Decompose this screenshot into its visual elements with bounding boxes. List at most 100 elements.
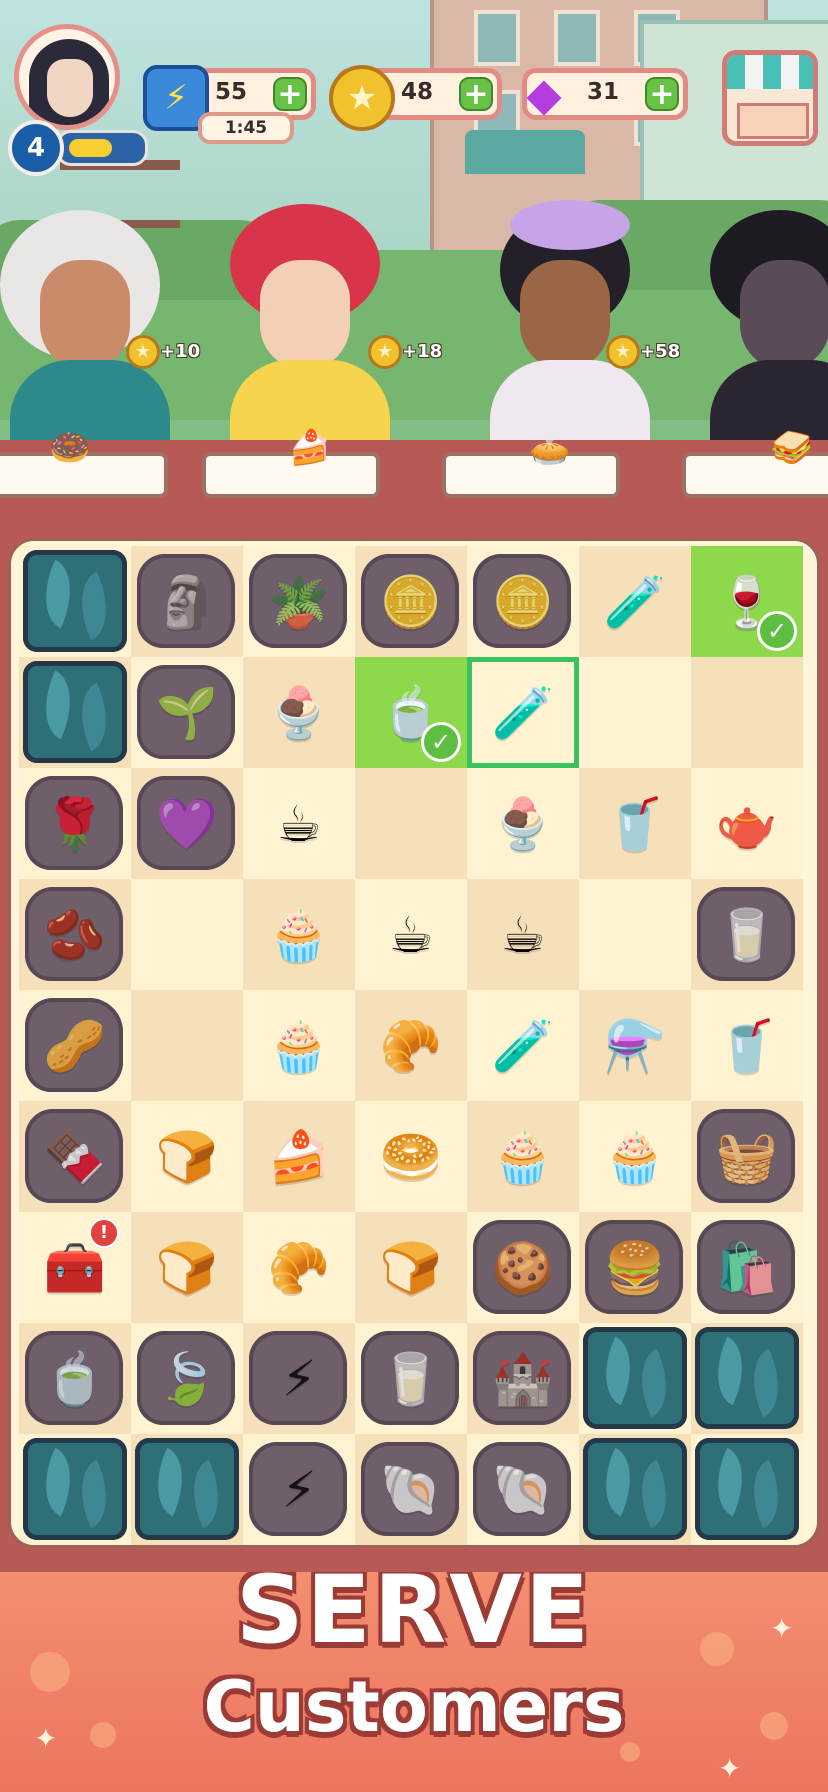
potion-bottle-icon: 🧪 <box>603 572 667 631</box>
pie-icon[interactable]: 🥧 <box>520 428 580 468</box>
board-cell-r0-c4[interactable]: 🪙 <box>467 546 579 657</box>
croissant-icon: 🥐 <box>267 1238 331 1297</box>
cake-slice-icon[interactable]: 🍰 <box>280 428 340 468</box>
board-cell-r4-c4[interactable]: 🧪 <box>467 990 579 1101</box>
board-cell-r2-c5[interactable]: 🥤 <box>579 768 691 879</box>
board-cell-r6-c3[interactable]: 🍞 <box>355 1212 467 1323</box>
customer-3[interactable] <box>480 200 650 470</box>
customer-2[interactable] <box>220 204 390 470</box>
board-cell-r7-c4[interactable]: 🏰 <box>467 1323 579 1434</box>
coins-icon: 🪙 <box>379 572 443 631</box>
board-cell-r0-c2[interactable]: 🪴 <box>243 546 355 657</box>
player-avatar[interactable] <box>14 24 120 130</box>
board-cell-r2-c1[interactable]: 💜 <box>131 768 243 879</box>
shop-button[interactable] <box>722 50 818 146</box>
board-cell-r1-c0[interactable] <box>19 657 131 768</box>
board-cell-r1-c4[interactable]: 🧪 <box>467 657 579 768</box>
board-cell-r5-c4[interactable]: 🧁 <box>467 1101 579 1212</box>
donut-icon[interactable]: 🍩 <box>40 428 100 468</box>
coin-icon: ★ <box>606 335 640 369</box>
board-cell-r0-c1[interactable]: 🗿 <box>131 546 243 657</box>
shells-starfish-icon: 🐚 <box>491 1460 555 1519</box>
board-cell-r1-c1[interactable]: 🌱 <box>131 657 243 768</box>
coffee-cup-icon: 🥤 <box>603 794 667 853</box>
board-cell-r4-c5[interactable]: ⚗️ <box>579 990 691 1101</box>
leaf-cover <box>583 1438 687 1540</box>
add-coins-button[interactable]: + <box>459 77 493 111</box>
coin-icon: ★ <box>329 65 395 131</box>
board-cell-r3-c2[interactable]: 🧁 <box>243 879 355 990</box>
board-cell-r2-c2[interactable]: ☕ <box>243 768 355 879</box>
customer-1[interactable] <box>0 210 170 470</box>
board-cell-r6-c5[interactable]: 🍔 <box>579 1212 691 1323</box>
board-cell-r0-c3[interactable]: 🪙 <box>355 546 467 657</box>
board-cell-r6-c2[interactable]: 🥐 <box>243 1212 355 1323</box>
reward-amount: +18 <box>402 341 443 362</box>
board-cell-r8-c5[interactable] <box>579 1434 691 1545</box>
board-cell-r7-c2[interactable]: ⚡ <box>243 1323 355 1434</box>
board-cell-r4-c6[interactable]: 🥤 <box>691 990 803 1101</box>
cinnamon-bun-icon: 🥯 <box>379 1127 443 1186</box>
board-cell-r7-c0[interactable]: 🍵 <box>19 1323 131 1434</box>
board-cell-r5-c1[interactable]: 🍞 <box>131 1101 243 1212</box>
board-cell-r1-c3[interactable]: 🍵 ✓ <box>355 657 467 768</box>
leaf-cover <box>23 661 127 763</box>
board-cell-r5-c3[interactable]: 🥯 <box>355 1101 467 1212</box>
leaves-icon: 🍃 <box>155 1349 219 1408</box>
board-cell-r3-c3[interactable]: ☕ <box>355 879 467 990</box>
board-cell-r5-c0[interactable]: 🍫 <box>19 1101 131 1212</box>
leaf-cover <box>583 1327 687 1429</box>
board-cell-r7-c1[interactable]: 🍃 <box>131 1323 243 1434</box>
board-cell-r0-c6[interactable]: 🍷 ✓ <box>691 546 803 657</box>
board-cell-r8-c2[interactable]: ⚡ <box>243 1434 355 1545</box>
board-cell-r1-c5[interactable] <box>579 657 691 768</box>
board-cell-r1-c2[interactable]: 🍨 <box>243 657 355 768</box>
treasure-chest-icon: 🧰 <box>43 1238 107 1297</box>
board-cell-r4-c0[interactable]: 🥜 <box>19 990 131 1101</box>
board-cell-r3-c5[interactable] <box>579 879 691 990</box>
board-cell-r1-c6[interactable] <box>691 657 803 768</box>
potted-plant-icon: 🌱 <box>155 683 219 742</box>
board-cell-r6-c0[interactable]: 🧰! <box>19 1212 131 1323</box>
board-cell-r2-c3[interactable] <box>355 768 467 879</box>
board-cell-r3-c6[interactable]: 🥛 <box>691 879 803 990</box>
board-cell-r7-c3[interactable]: 🥛 <box>355 1323 467 1434</box>
board-cell-r3-c0[interactable]: 🫘 <box>19 879 131 990</box>
board-cell-r7-c5[interactable] <box>579 1323 691 1434</box>
board-cell-r6-c6[interactable]: 🛍️ <box>691 1212 803 1323</box>
board-cell-r2-c4[interactable]: 🍨 <box>467 768 579 879</box>
customer-4[interactable] <box>700 210 828 470</box>
board-cell-r8-c0[interactable] <box>19 1434 131 1545</box>
board-cell-r3-c4[interactable]: ☕ <box>467 879 579 990</box>
board-cell-r0-c5[interactable]: 🧪 <box>579 546 691 657</box>
board-cell-r3-c1[interactable] <box>131 879 243 990</box>
board-cell-r5-c2[interactable]: 🍰 <box>243 1101 355 1212</box>
sandwich-icon[interactable]: 🥪 <box>762 428 822 468</box>
flower-barrel-icon: 🪴 <box>267 572 331 631</box>
board-cell-r8-c4[interactable]: 🐚 <box>467 1434 579 1545</box>
board-cell-r8-c1[interactable] <box>131 1434 243 1545</box>
milk-carton-icon: 🥛 <box>379 1349 443 1408</box>
bun-icon: 🍞 <box>155 1238 219 1297</box>
board-cell-r6-c1[interactable]: 🍞 <box>131 1212 243 1323</box>
add-gems-button[interactable]: + <box>645 77 679 111</box>
board-cell-r5-c6[interactable]: 🧺 <box>691 1101 803 1212</box>
cupcake-icon: 🧁 <box>603 1127 667 1186</box>
add-energy-button[interactable]: + <box>273 77 307 111</box>
board-cell-r4-c1[interactable] <box>131 990 243 1101</box>
latte-icon: ☕ <box>500 905 546 964</box>
board-cell-r4-c3[interactable]: 🥐 <box>355 990 467 1101</box>
board-cell-r8-c6[interactable] <box>691 1434 803 1545</box>
board-cell-r5-c5[interactable]: 🧁 <box>579 1101 691 1212</box>
board-cell-r2-c0[interactable]: 🌹 <box>19 768 131 879</box>
board-cell-r8-c3[interactable]: 🐚 <box>355 1434 467 1545</box>
leaf-cover <box>695 1438 799 1540</box>
shop-stall-icon <box>727 55 813 89</box>
board-cell-r6-c4[interactable]: 🍪 <box>467 1212 579 1323</box>
board-cell-r7-c6[interactable] <box>691 1323 803 1434</box>
garden-gnome-icon: 🗿 <box>155 572 219 631</box>
board-cell-r0-c0[interactable] <box>19 546 131 657</box>
board-cell-r2-c6[interactable]: 🫖 <box>691 768 803 879</box>
board-cell-r4-c2[interactable]: 🧁 <box>243 990 355 1101</box>
gem-value: 31 <box>587 79 620 105</box>
